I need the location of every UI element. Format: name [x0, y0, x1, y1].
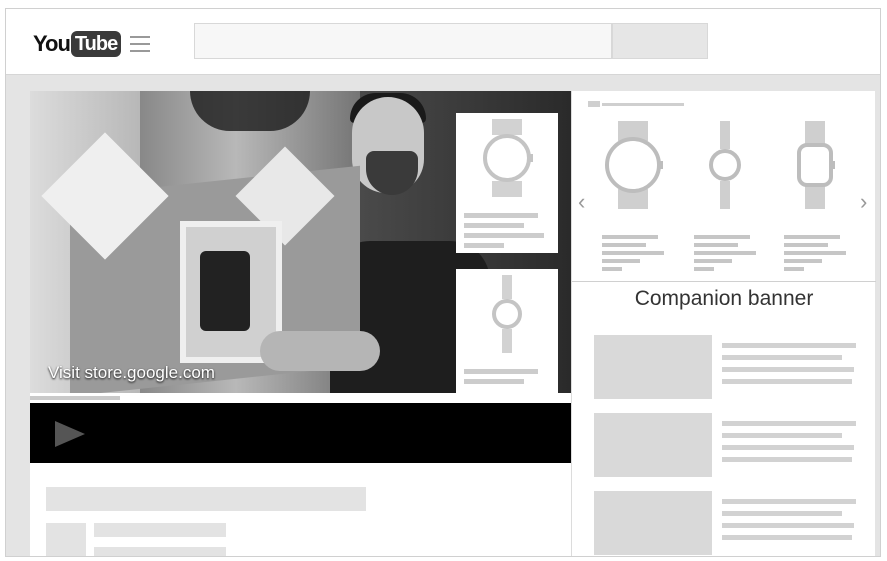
watch-column: Visit store.google.com [30, 91, 571, 556]
round-watch-icon [483, 119, 533, 197]
video-title-placeholder [46, 487, 366, 511]
companion-banner-title: Companion banner [634, 287, 814, 310]
carousel-text-line [784, 235, 840, 239]
carousel-header-square [588, 101, 600, 107]
square-watch-icon [797, 121, 835, 209]
carousel-header-line [602, 103, 684, 106]
logo-tube-text: Tube [70, 31, 122, 57]
hamburger-menu-icon[interactable] [130, 36, 150, 52]
browser-frame: You Tube Visit store.google.com ‹ › Comp… [5, 8, 881, 557]
slim-round-watch-icon [492, 275, 522, 353]
carousel-text-line [694, 243, 738, 247]
carousel-item[interactable] [780, 115, 850, 275]
companion-text-line [722, 367, 854, 372]
card-text-line [464, 233, 544, 238]
companion-thumbnail[interactable] [594, 335, 712, 399]
carousel-text-line [602, 243, 646, 247]
section-divider [572, 281, 876, 282]
search-button[interactable] [612, 23, 708, 59]
companion-text-line [722, 511, 842, 516]
card-text-line [464, 369, 538, 374]
carousel-text-line [784, 251, 846, 255]
card-text-line [464, 223, 524, 228]
channel-name-placeholder [94, 523, 226, 537]
masthead: You Tube [6, 9, 880, 75]
video-scene-hand [260, 331, 380, 371]
companion-thumbnail[interactable] [594, 491, 712, 555]
carousel-text-line [784, 267, 804, 271]
companion-text-line [722, 535, 852, 540]
channel-avatar-placeholder[interactable] [46, 523, 86, 556]
companion-text-line [722, 457, 852, 462]
video-player[interactable]: Visit store.google.com [30, 91, 571, 393]
companion-text-line [722, 445, 854, 450]
search-input[interactable] [194, 23, 612, 59]
subscriber-placeholder [94, 547, 226, 556]
youtube-logo[interactable]: You Tube [33, 30, 122, 58]
carousel-text-line [784, 259, 822, 263]
companion-text-line [722, 343, 856, 348]
companion-text-line [722, 523, 854, 528]
companion-text-line [722, 421, 856, 426]
carousel-item[interactable] [690, 115, 760, 275]
carousel-text-line [694, 235, 750, 239]
carousel-text-line [602, 251, 664, 255]
chevron-right-icon[interactable]: › [860, 191, 867, 213]
chevron-left-icon[interactable]: ‹ [578, 191, 585, 213]
carousel-text-line [694, 267, 714, 271]
carousel-item[interactable] [598, 115, 668, 275]
carousel-text-line [602, 259, 640, 263]
progress-bar[interactable] [30, 393, 571, 403]
player-controls [30, 403, 571, 463]
play-icon[interactable] [55, 421, 85, 447]
carousel-text-line [694, 259, 732, 263]
companion-text-line [722, 355, 842, 360]
companion-thumbnail[interactable] [594, 413, 712, 477]
round-watch-icon [605, 121, 663, 209]
product-card[interactable] [456, 113, 558, 253]
companion-text-line [722, 433, 842, 438]
companion-column: ‹ › Companion banner [571, 91, 876, 556]
video-scene-phone [200, 251, 250, 331]
companion-text-line [722, 379, 852, 384]
companion-text-line [722, 499, 856, 504]
card-text-line [464, 213, 538, 218]
ad-overlay-text[interactable]: Visit store.google.com [48, 363, 215, 383]
progress-fill [30, 396, 120, 400]
carousel-text-line [694, 251, 756, 255]
logo-you-text: You [33, 31, 71, 56]
slim-round-watch-icon [709, 121, 741, 209]
carousel-text-line [602, 267, 622, 271]
card-text-line [464, 243, 504, 248]
product-card[interactable] [456, 269, 558, 393]
card-text-line [464, 379, 524, 384]
carousel-text-line [602, 235, 658, 239]
carousel-text-line [784, 243, 828, 247]
